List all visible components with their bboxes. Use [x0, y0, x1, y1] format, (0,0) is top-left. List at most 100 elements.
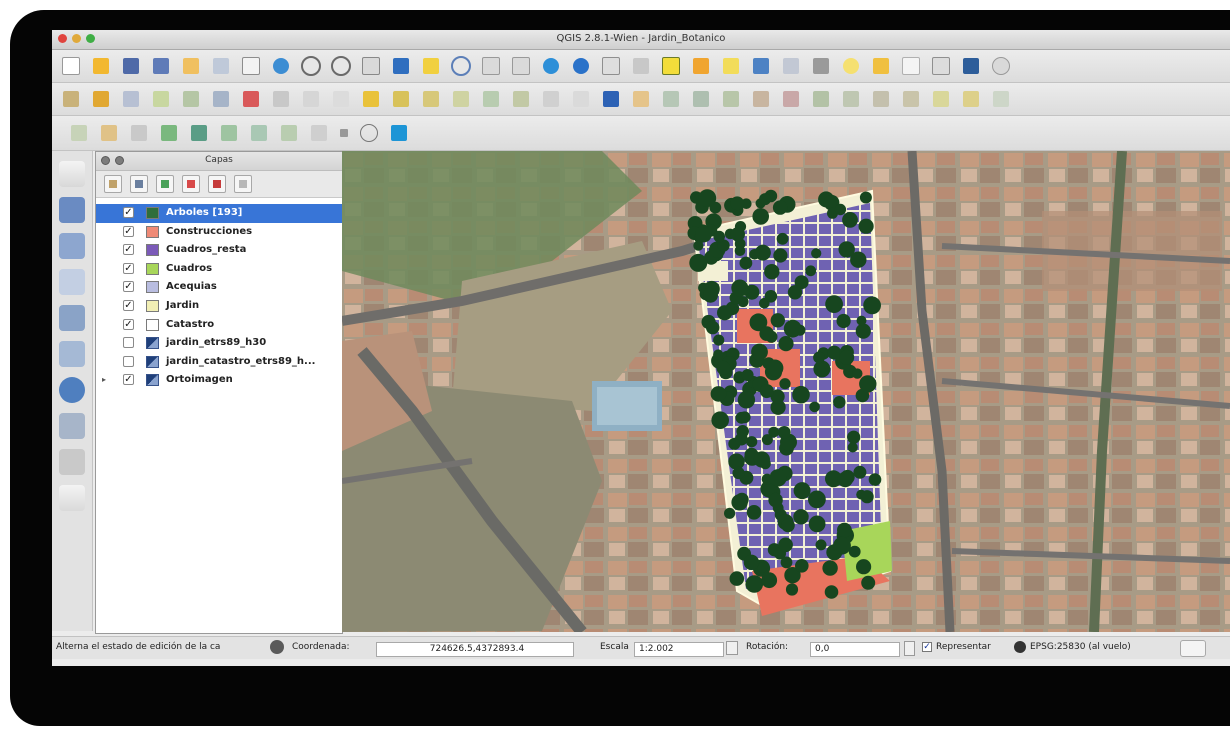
- layer-visibility-checkbox[interactable]: ✓: [123, 207, 134, 218]
- layer-row[interactable]: ✓ Jardin: [96, 297, 342, 316]
- merge-features-icon[interactable]: [930, 88, 952, 110]
- layer-row[interactable]: ▸ ✓ Ortoimagen: [96, 371, 342, 390]
- measure-icon[interactable]: [630, 55, 652, 77]
- show-labels-icon[interactable]: [420, 88, 442, 110]
- rotate-label-icon[interactable]: [480, 88, 502, 110]
- layer-visibility-checkbox[interactable]: ✓: [123, 262, 134, 274]
- add-postgis-icon[interactable]: [59, 233, 85, 259]
- layer-visibility-checkbox[interactable]: [123, 337, 134, 349]
- layer-row[interactable]: ✓ Acequias: [96, 278, 342, 297]
- move-label-icon[interactable]: [450, 88, 472, 110]
- save-edits-icon[interactable]: [120, 88, 142, 110]
- cut-features-icon[interactable]: [270, 88, 292, 110]
- add-delimited-text-icon[interactable]: [59, 485, 85, 511]
- attribute-table-icon[interactable]: [750, 55, 772, 77]
- layer-visibility-checkbox[interactable]: ✓: [123, 244, 134, 256]
- expand-arrow-icon[interactable]: ▸: [102, 375, 106, 384]
- split-parts-icon[interactable]: [900, 88, 922, 110]
- zoom-next-icon[interactable]: [510, 55, 532, 77]
- layer-styling-icon[interactable]: [104, 175, 122, 193]
- layer-visibility-checkbox[interactable]: ✓: [123, 318, 134, 330]
- zoom-to-layer-icon[interactable]: [450, 55, 472, 77]
- paste-features-icon[interactable]: [330, 88, 352, 110]
- expand-all-icon[interactable]: [182, 175, 200, 193]
- add-wms-layer-icon[interactable]: [59, 377, 85, 403]
- zoom-native-icon[interactable]: [360, 55, 382, 77]
- add-wfs-icon[interactable]: [278, 122, 300, 144]
- new-project-icon[interactable]: [60, 55, 82, 77]
- current-edits-icon[interactable]: [60, 88, 82, 110]
- layer-row[interactable]: ✓ Arboles [193]: [96, 204, 342, 223]
- layer-visibility-checkbox[interactable]: [123, 355, 134, 367]
- delete-selected-icon[interactable]: [240, 88, 262, 110]
- expression-select-icon[interactable]: [720, 55, 742, 77]
- move-feature-icon[interactable]: [180, 88, 202, 110]
- layer-row[interactable]: ✓ Construcciones: [96, 223, 342, 242]
- text-annotation-icon[interactable]: [930, 55, 952, 77]
- messages-icon[interactable]: [270, 640, 284, 654]
- print-composer-icon[interactable]: [180, 55, 202, 77]
- layer-row[interactable]: ✓ Cuadros_resta: [96, 241, 342, 260]
- map-canvas[interactable]: [342, 151, 1230, 632]
- add-spatialite-icon[interactable]: [59, 269, 85, 295]
- zoom-in-icon[interactable]: [300, 55, 322, 77]
- delete-part-icon[interactable]: [780, 88, 802, 110]
- label-tool-icon[interactable]: [360, 88, 382, 110]
- annotation-icon[interactable]: [900, 55, 922, 77]
- new-memory-layer-icon[interactable]: [218, 122, 240, 144]
- add-vector-icon[interactable]: [68, 122, 90, 144]
- add-oracle-icon[interactable]: [59, 341, 85, 367]
- zoom-out-icon[interactable]: [330, 55, 352, 77]
- crosshair-icon[interactable]: [358, 122, 380, 144]
- identify-icon[interactable]: [570, 55, 592, 77]
- undo-icon[interactable]: [540, 88, 562, 110]
- new-spatialite-icon[interactable]: [188, 122, 210, 144]
- field-calculator-icon[interactable]: [780, 55, 802, 77]
- merge-attributes-icon[interactable]: [960, 88, 982, 110]
- help-icon[interactable]: [990, 55, 1012, 77]
- deselect-icon[interactable]: [690, 55, 712, 77]
- pan-to-selection-icon[interactable]: [270, 55, 292, 77]
- add-feature-icon[interactable]: [150, 88, 172, 110]
- offset-curve-icon[interactable]: [840, 88, 862, 110]
- log-messages-icon[interactable]: [1180, 640, 1206, 657]
- zoom-last-icon[interactable]: [480, 55, 502, 77]
- save-as-icon[interactable]: [150, 55, 172, 77]
- add-vector-layer-icon[interactable]: [59, 161, 85, 187]
- scale-field[interactable]: 1:2.002: [634, 642, 724, 657]
- add-wfs-layer-icon[interactable]: [59, 449, 85, 475]
- collapse-all-icon[interactable]: [208, 175, 226, 193]
- select-features-icon[interactable]: [660, 55, 682, 77]
- layer-row[interactable]: jardin_catastro_etrs89_h...: [96, 353, 342, 372]
- add-database-icon[interactable]: [128, 122, 150, 144]
- add-wcs-icon[interactable]: [308, 122, 330, 144]
- composer-manager-icon[interactable]: [210, 55, 232, 77]
- split-features-icon[interactable]: [870, 88, 892, 110]
- change-label-icon[interactable]: [510, 88, 532, 110]
- crs-label[interactable]: EPSG:25830 (al vuelo): [1030, 642, 1131, 652]
- zoom-full-icon[interactable]: [390, 55, 412, 77]
- layer-visibility-checkbox[interactable]: ✓: [123, 299, 134, 311]
- pan-icon[interactable]: [240, 55, 262, 77]
- map-tips-icon[interactable]: [840, 55, 862, 77]
- new-shapefile-icon[interactable]: [158, 122, 180, 144]
- layer-visibility-checkbox[interactable]: ✓: [123, 225, 134, 237]
- layer-row[interactable]: ✓ Cuadros: [96, 260, 342, 279]
- remove-layer-icon[interactable]: [234, 175, 252, 193]
- delete-ring-icon[interactable]: [750, 88, 772, 110]
- layer-visibility-checkbox[interactable]: ✓: [123, 281, 134, 293]
- rotate-symbols-icon[interactable]: [990, 88, 1012, 110]
- add-mssql-icon[interactable]: [59, 305, 85, 331]
- add-group-icon[interactable]: [130, 175, 148, 193]
- add-wms-icon[interactable]: [248, 122, 270, 144]
- coordinate-field[interactable]: 724626.5,4372893.4: [376, 642, 574, 657]
- query-icon[interactable]: [600, 55, 622, 77]
- render-checkbox[interactable]: ✓: [922, 642, 932, 652]
- open-project-icon[interactable]: [90, 55, 112, 77]
- save-project-icon[interactable]: [120, 55, 142, 77]
- open-street-map-icon[interactable]: [388, 122, 410, 144]
- scale-dropdown-icon[interactable]: [726, 641, 738, 655]
- layer-visibility-checkbox[interactable]: ✓: [123, 374, 134, 386]
- rotation-stepper[interactable]: [904, 641, 915, 656]
- measure-line-icon[interactable]: [810, 55, 832, 77]
